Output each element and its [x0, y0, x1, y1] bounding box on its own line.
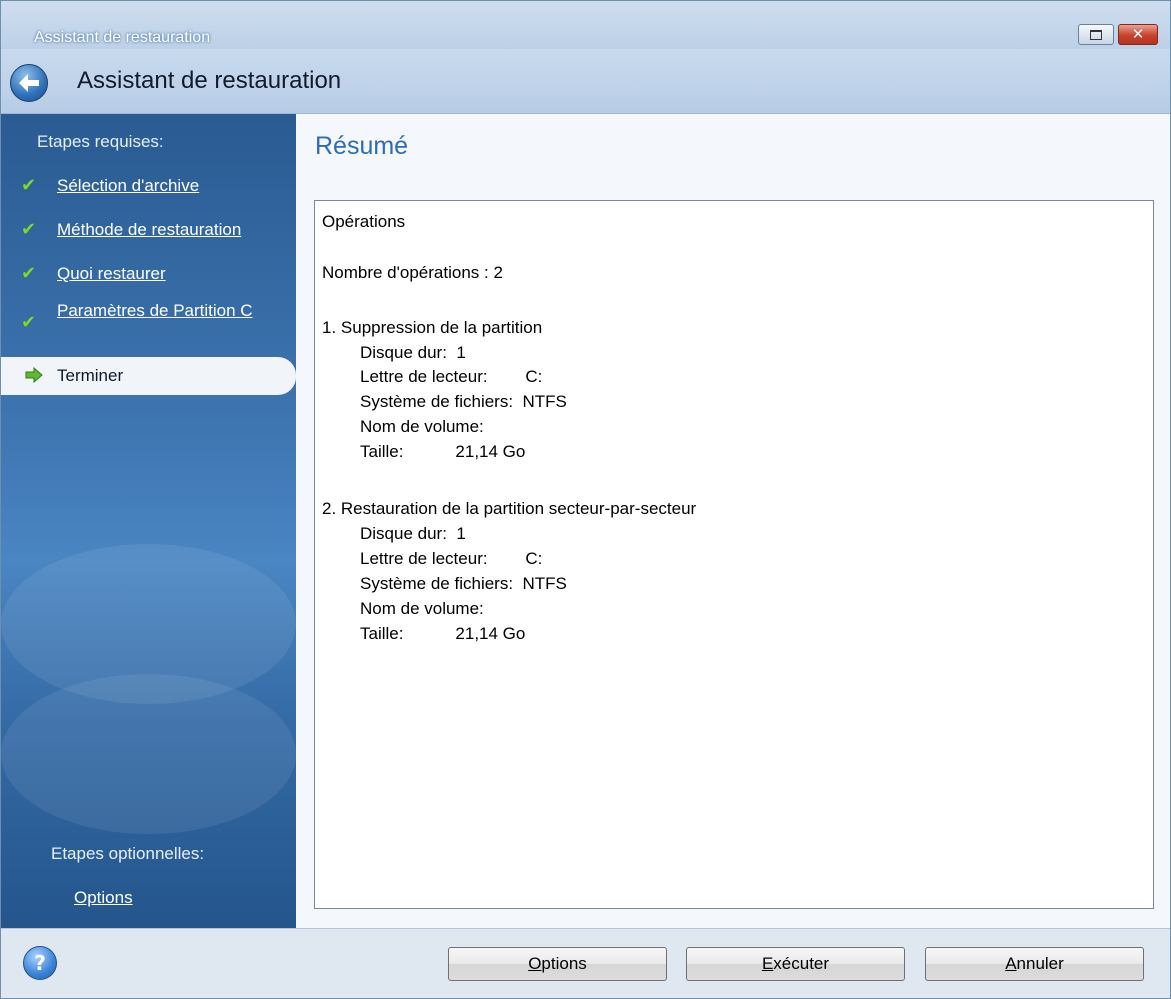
- page-title: Résumé: [315, 132, 409, 160]
- operation-1-disk: Disque dur: 1: [360, 343, 466, 362]
- cancel-button[interactable]: Annuler: [925, 947, 1144, 981]
- sidebar-decoration: [1, 674, 296, 834]
- restore-icon: [1090, 29, 1102, 40]
- title-bar: Assistant de restauration ✕: [1, 1, 1170, 49]
- checkmark-icon: ✔: [21, 263, 37, 284]
- restore-window-button[interactable]: [1078, 24, 1114, 45]
- step-label[interactable]: Quoi restaurer: [57, 263, 287, 285]
- step-label[interactable]: Méthode de restauration: [57, 219, 287, 241]
- operation-2-title: 2. Restauration de la partition secteur-…: [322, 499, 697, 518]
- step-finish-current[interactable]: Terminer: [1, 357, 296, 395]
- optional-steps-heading: Etapes optionnelles:: [51, 844, 205, 863]
- execute-button[interactable]: Exécuter: [686, 947, 905, 981]
- step-label[interactable]: Sélection d'archive: [57, 175, 287, 197]
- step-label[interactable]: Paramètres de Partition C: [57, 300, 279, 322]
- step-what-to-restore[interactable]: ✔ Quoi restaurer: [21, 263, 287, 285]
- operation-2-disk: Disque dur: 1: [360, 524, 466, 543]
- checkmark-icon: ✔: [21, 312, 37, 333]
- step-label: Terminer: [57, 366, 124, 385]
- arrow-right-icon: [25, 367, 43, 383]
- sidebar-options-link[interactable]: Options: [74, 888, 133, 908]
- operation-2-filesystem: Système de fichiers: NTFS: [360, 574, 567, 593]
- close-icon: ✕: [1131, 25, 1145, 43]
- operation-2-volume: Nom de volume:: [360, 599, 484, 618]
- restore-wizard-window: Assistant de restauration ✕ Assistant de…: [0, 0, 1171, 999]
- required-steps-heading: Etapes requises:: [37, 132, 164, 151]
- execute-accelerator: E: [761, 954, 774, 973]
- summary-text-box[interactable]: Opérations Nombre d'opérations : 2 1. Su…: [314, 200, 1154, 909]
- options-label: ptions: [541, 954, 587, 973]
- cancel-accelerator: A: [1005, 954, 1017, 973]
- back-button[interactable]: [10, 64, 48, 102]
- step-partition-settings[interactable]: ✔ Paramètres de Partition C: [21, 300, 279, 334]
- footer-bar: ? Options Exécuter Annuler: [1, 928, 1170, 998]
- step-restore-method[interactable]: ✔ Méthode de restauration: [21, 219, 287, 241]
- wizard-header: Assistant de restauration: [1, 49, 1170, 114]
- operation-1-filesystem: Système de fichiers: NTFS: [360, 392, 567, 411]
- options-button[interactable]: Options: [448, 947, 667, 981]
- operation-1-letter: Lettre de lecteur: C:: [360, 367, 543, 386]
- options-accelerator: O: [528, 954, 542, 973]
- summary-heading: Opérations: [322, 212, 406, 231]
- checkmark-icon: ✔: [21, 219, 37, 240]
- cancel-label: nnuler: [1016, 954, 1064, 973]
- operation-2-letter: Lettre de lecteur: C:: [360, 549, 543, 568]
- operations-count: Nombre d'opérations : 2: [322, 263, 503, 282]
- operation-1-size: Taille: 21,14 Go: [360, 442, 526, 461]
- operation-1-title: 1. Suppression de la partition: [322, 318, 543, 337]
- help-icon[interactable]: ?: [23, 946, 57, 980]
- checkmark-icon: ✔: [21, 175, 37, 196]
- operation-2-size: Taille: 21,14 Go: [360, 624, 526, 643]
- operation-1-volume: Nom de volume:: [360, 417, 484, 436]
- wizard-title: Assistant de restauration: [77, 67, 342, 94]
- close-window-button[interactable]: ✕: [1118, 24, 1158, 45]
- step-archive-selection[interactable]: ✔ Sélection d'archive: [21, 175, 287, 197]
- back-arrow-icon: [19, 74, 39, 92]
- execute-label: xécuter: [773, 954, 830, 973]
- window-title: Assistant de restauration: [34, 29, 211, 46]
